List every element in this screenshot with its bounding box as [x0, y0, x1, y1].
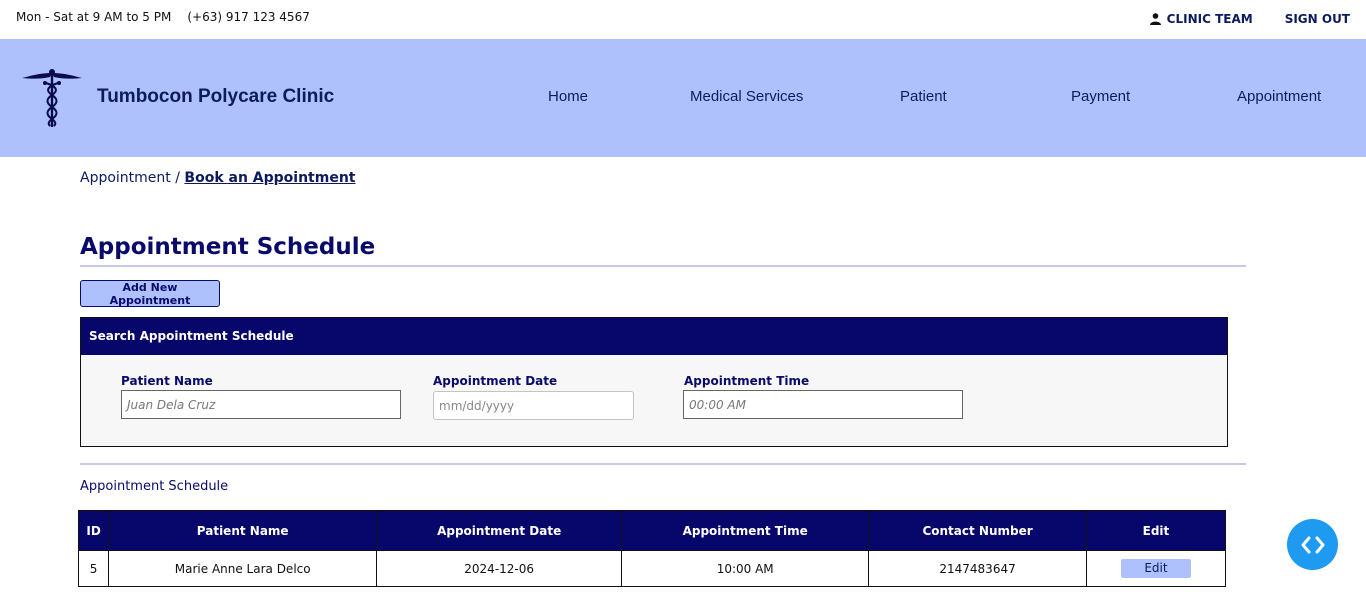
cell-appointment-time: 10:00 AM — [621, 550, 870, 587]
add-new-appointment-button[interactable]: Add New Appointment — [80, 280, 220, 307]
cell-id: 5 — [77, 550, 110, 587]
nav-home[interactable]: Home — [548, 88, 588, 105]
edit-button[interactable]: Edit — [1120, 559, 1191, 578]
cell-appointment-date: 2024-12-06 — [376, 550, 623, 587]
column-header-appointment-time: Appointment Time — [621, 510, 870, 551]
clinic-team-label: CLINIC TEAM — [1166, 12, 1253, 26]
user-icon — [1149, 13, 1161, 25]
code-toggle-button[interactable] — [1287, 519, 1338, 570]
clinic-brand-name[interactable]: Tumbocon Polycare Clinic — [97, 86, 334, 108]
breadcrumb: Appointment / Book an Appointment — [80, 170, 355, 186]
appointment-table: ID Patient Name Appointment Date Appoint… — [77, 510, 1227, 587]
appointment-time-input[interactable]: 00:00 AM — [683, 390, 963, 419]
account-links: CLINIC TEAM SIGN OUT — [1149, 12, 1350, 26]
column-header-id: ID — [77, 510, 110, 551]
section-divider — [80, 463, 1246, 465]
top-info-bar: Mon - Sat at 9 AM to 5 PM (+63) 917 123 … — [0, 0, 1366, 39]
contact-info: Mon - Sat at 9 AM to 5 PM (+63) 917 123 … — [16, 10, 310, 24]
title-divider — [80, 265, 1246, 267]
appointment-date-label: Appointment Date — [433, 374, 558, 388]
table-header-row: ID Patient Name Appointment Date Appoint… — [77, 510, 1227, 551]
cell-edit: Edit — [1085, 550, 1227, 587]
column-header-patient-name: Patient Name — [108, 510, 378, 551]
cell-patient-name: Marie Anne Lara Delco — [108, 550, 378, 587]
patient-name-input[interactable]: Juan Dela Cruz — [121, 390, 401, 419]
search-panel: Search Appointment Schedule Patient Name… — [80, 317, 1228, 447]
column-header-contact-number: Contact Number — [868, 510, 1087, 551]
column-header-appointment-date: Appointment Date — [376, 510, 623, 551]
schedule-section-label: Appointment Schedule — [80, 479, 229, 494]
nav-medical-services[interactable]: Medical Services — [690, 88, 803, 105]
table-row: 5 Marie Anne Lara Delco 2024-12-06 10:00… — [77, 550, 1227, 587]
nav-patient[interactable]: Patient — [900, 88, 947, 105]
code-brackets-icon — [1301, 536, 1324, 553]
column-header-edit: Edit — [1085, 510, 1227, 551]
clinic-team-link[interactable]: CLINIC TEAM — [1149, 12, 1253, 26]
phone-number: (+63) 917 123 4567 — [187, 10, 310, 24]
patient-name-label: Patient Name — [121, 374, 213, 388]
site-header: Tumbocon Polycare Clinic Home Medical Se… — [0, 39, 1366, 157]
search-panel-heading: Search Appointment Schedule — [81, 318, 1227, 355]
nav-appointment[interactable]: Appointment — [1237, 88, 1321, 105]
appointment-date-input[interactable]: mm/dd/yyyy — [433, 391, 634, 420]
page-title: Appointment Schedule — [80, 234, 376, 260]
office-hours: Mon - Sat at 9 AM to 5 PM — [16, 10, 172, 24]
cell-contact-number: 2147483647 — [868, 550, 1087, 587]
appointment-time-label: Appointment Time — [684, 374, 810, 388]
sign-out-link[interactable]: SIGN OUT — [1285, 12, 1350, 26]
nav-payment[interactable]: Payment — [1071, 88, 1130, 105]
breadcrumb-parent[interactable]: Appointment — [80, 170, 171, 186]
caduceus-logo-icon[interactable] — [20, 67, 84, 131]
breadcrumb-current[interactable]: Book an Appointment — [184, 170, 355, 186]
breadcrumb-separator: / — [175, 170, 180, 186]
